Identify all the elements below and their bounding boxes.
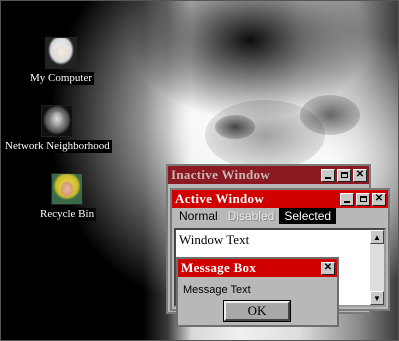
desktop-icon-recycle-bin[interactable]: Recycle Bin — [38, 173, 97, 221]
minimize-button[interactable] — [340, 192, 354, 206]
ok-button[interactable]: OK — [223, 300, 291, 322]
wallpaper-shade — [300, 95, 360, 135]
menu-bar: Normal Disabled Selected — [172, 208, 388, 224]
network-neighborhood-icon — [41, 105, 74, 137]
inactive-window-title: Inactive Window — [171, 167, 271, 182]
active-window-title: Active Window — [175, 191, 265, 206]
message-box[interactable]: Message Box ✕ Message Text OK — [176, 257, 339, 327]
message-text: Message Text — [183, 284, 251, 296]
close-icon: ✕ — [323, 262, 333, 273]
message-box-titlebar[interactable]: Message Box ✕ — [178, 259, 337, 277]
scroll-down-button[interactable]: ▼ — [370, 291, 384, 305]
recycle-bin-icon — [51, 173, 84, 205]
active-window-titlebar[interactable]: Active Window ✕ — [172, 190, 388, 208]
my-computer-icon — [45, 37, 78, 69]
desktop-icon-network-neighborhood[interactable]: Network Neighborhood — [3, 105, 112, 153]
maximize-icon — [340, 172, 348, 178]
minimize-icon — [344, 200, 350, 203]
close-button[interactable]: ✕ — [353, 168, 367, 182]
maximize-button[interactable] — [337, 168, 351, 182]
arrow-down-icon: ▼ — [373, 293, 381, 303]
maximize-button[interactable] — [356, 192, 370, 206]
vertical-scrollbar[interactable]: ▲ ▼ — [370, 230, 384, 305]
inactive-window-titlebar[interactable]: Inactive Window ✕ — [168, 166, 369, 184]
desktop-icon-my-computer[interactable]: My Computer — [28, 37, 95, 85]
close-button[interactable]: ✕ — [321, 261, 335, 275]
menu-item-selected[interactable]: Selected — [279, 208, 337, 224]
minimize-icon — [325, 176, 331, 179]
menu-item-disabled: Disabled — [227, 209, 275, 223]
close-icon: ✕ — [355, 169, 365, 180]
close-icon: ✕ — [374, 193, 384, 204]
arrow-up-icon: ▲ — [373, 232, 381, 242]
menu-item-normal[interactable]: Normal — [174, 208, 223, 224]
maximize-icon — [359, 196, 367, 202]
message-box-title: Message Box — [181, 260, 257, 275]
desktop-icon-label: My Computer — [28, 72, 95, 85]
scroll-up-button[interactable]: ▲ — [370, 230, 384, 244]
wallpaper-shade — [215, 115, 255, 139]
desktop-icon-label: Recycle Bin — [38, 208, 97, 221]
window-text: Window Text — [179, 232, 250, 247]
minimize-button[interactable] — [321, 168, 335, 182]
desktop-icon-label: Network Neighborhood — [3, 140, 112, 153]
close-button[interactable]: ✕ — [372, 192, 386, 206]
